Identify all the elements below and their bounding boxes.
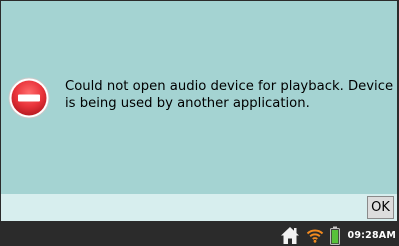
system-tray: 09:28AM [280,224,399,246]
error-icon [8,77,50,119]
wifi-icon[interactable] [306,225,324,245]
dialog-message-area: Could not open audio device for playback… [1,1,397,194]
home-icon[interactable] [280,225,300,245]
message-row: Could not open audio device for playback… [1,1,397,194]
ok-button[interactable]: OK [367,196,394,219]
error-dialog-window: Could not open audio device for playback… [0,0,399,224]
taskbar: 09:28AM [0,224,399,246]
dialog-button-bar: OK [1,194,397,221]
clock: 09:28AM [347,229,396,241]
battery-icon[interactable] [329,225,340,245]
error-message: Could not open audio device for playback… [65,79,394,111]
